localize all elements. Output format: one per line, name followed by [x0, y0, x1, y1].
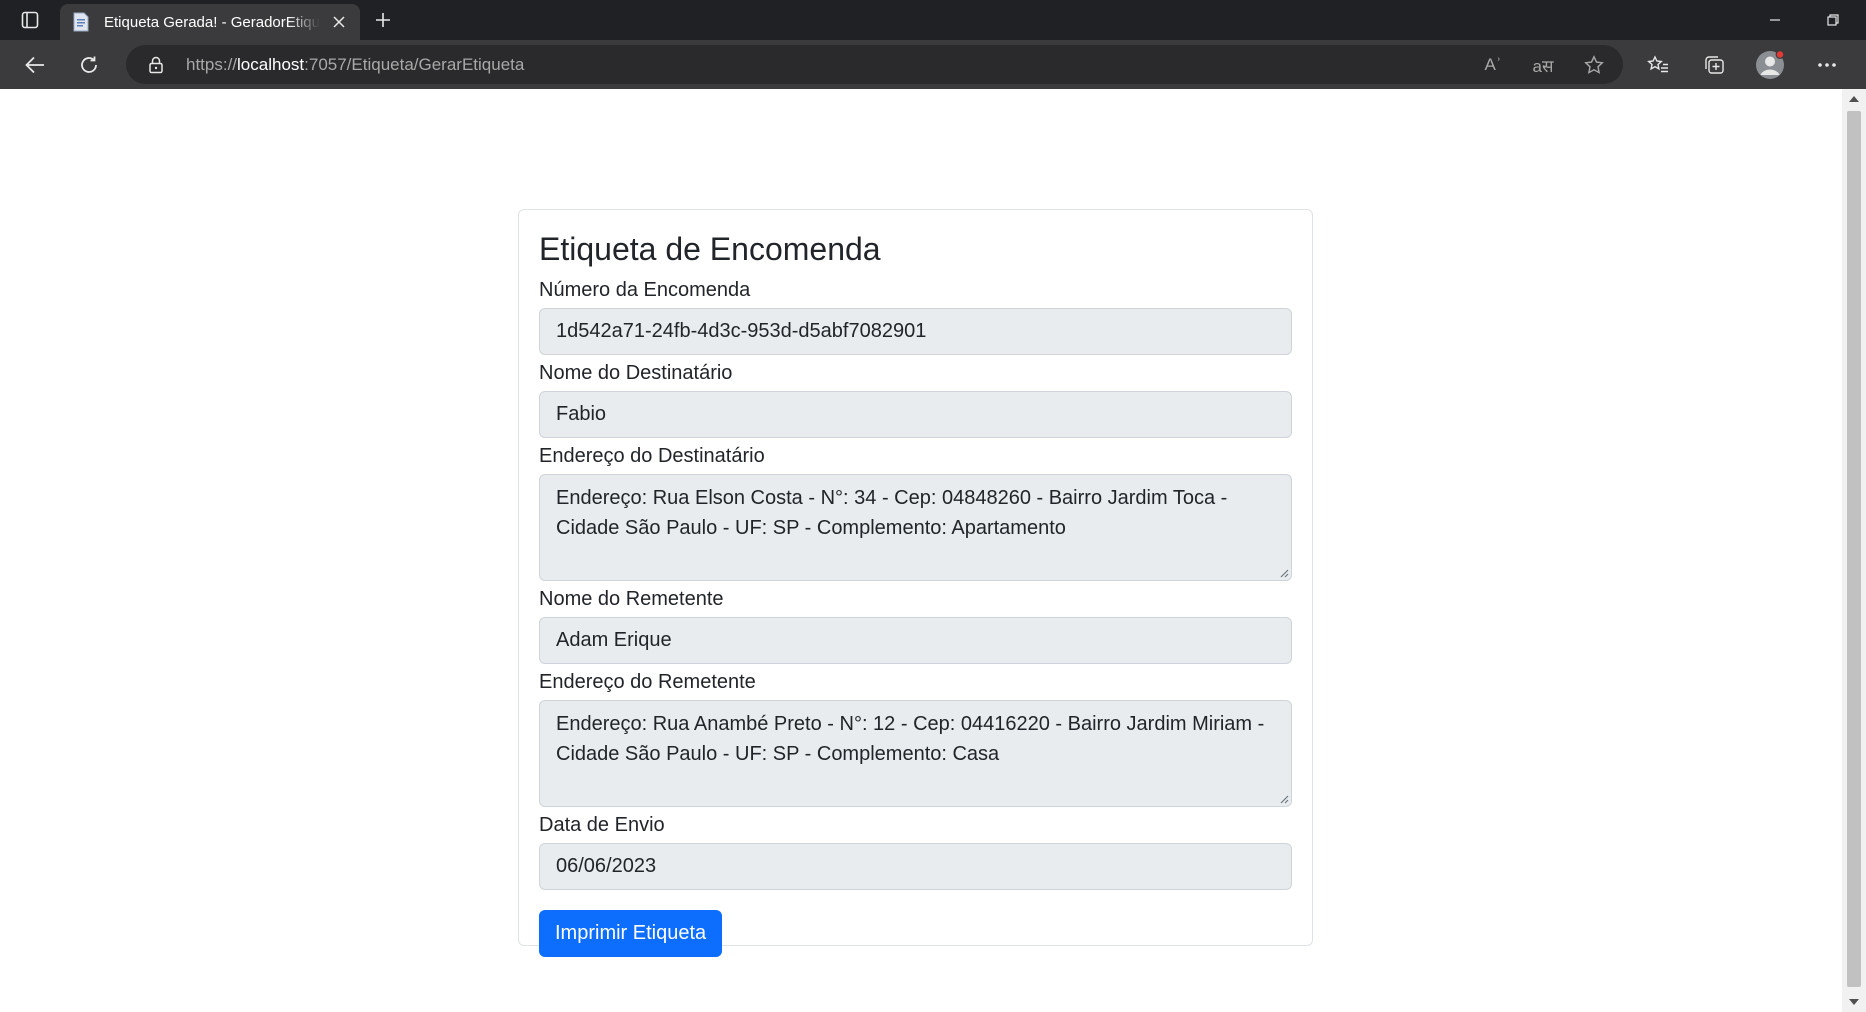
close-tab-icon[interactable] [328, 11, 350, 33]
scrollbar-thumb[interactable] [1847, 111, 1861, 987]
url-path: :7057/Etiqueta/GerarEtiqueta [304, 55, 525, 74]
url-text[interactable]: https://localhost:7057/Etiqueta/GerarEti… [186, 45, 524, 84]
address-bar[interactable]: https://localhost:7057/Etiqueta/GerarEti… [126, 45, 1623, 84]
profile-avatar-icon[interactable] [1752, 48, 1788, 82]
sender-address-field[interactable]: Endereço: Rua Anambé Preto - N°: 12 - Ce… [539, 700, 1292, 807]
more-options-icon[interactable] [1809, 48, 1845, 82]
url-host: localhost [237, 55, 305, 74]
label-card: Etiqueta de Encomenda Número da Encomend… [518, 209, 1313, 957]
restore-window-icon[interactable] [1810, 0, 1856, 40]
sender-address-label: Endereço do Remetente [539, 671, 756, 693]
new-tab-icon[interactable] [368, 6, 398, 34]
favorite-star-icon[interactable] [1581, 53, 1607, 77]
recipient-address-field[interactable]: Endereço: Rua Elson Costa - N°: 34 - Cep… [539, 474, 1292, 581]
page-viewport: Etiqueta de Encomenda Número da Encomend… [0, 89, 1866, 1012]
collections-icon[interactable] [1696, 48, 1732, 82]
print-label-button[interactable]: Imprimir Etiqueta [539, 910, 723, 957]
tab-actions-icon[interactable] [12, 6, 48, 34]
translate-icon[interactable]: aस [1530, 53, 1556, 77]
recipient-name-field[interactable]: Fabio [539, 391, 1292, 438]
recipient-name-label: Nome do Destinatário [539, 362, 733, 384]
minimize-window-icon[interactable] [1752, 0, 1798, 40]
vertical-scrollbar[interactable] [1842, 89, 1866, 1012]
order-number-label: Número da Encomenda [539, 279, 751, 301]
resize-grip-icon[interactable] [1277, 792, 1289, 804]
sender-address-text: Endereço: Rua Anambé Preto - N°: 12 - Ce… [556, 713, 1265, 765]
sender-name-field[interactable]: Adam Erique [539, 617, 1292, 664]
page-favicon-icon [70, 11, 92, 33]
scroll-up-arrow-icon[interactable] [1842, 89, 1866, 109]
tab-title: Etiqueta Gerada! - GeradorEtiqueta [104, 13, 320, 31]
back-arrow-icon[interactable] [17, 48, 53, 82]
browser-tab-active[interactable]: Etiqueta Gerada! - GeradorEtiqueta [60, 4, 360, 40]
favorites-list-icon[interactable] [1640, 48, 1676, 82]
url-scheme: https:// [186, 55, 238, 74]
lock-icon[interactable] [146, 55, 166, 75]
recipient-address-label: Endereço do Destinatário [539, 445, 765, 467]
order-number-field[interactable]: 1d542a71-24fb-4d3c-953d-d5abf7082901 [539, 308, 1292, 355]
browser-titlebar: Etiqueta Gerada! - GeradorEtiqueta [0, 0, 1866, 40]
sender-name-label: Nome do Remetente [539, 588, 724, 610]
browser-toolbar: https://localhost:7057/Etiqueta/GerarEti… [0, 40, 1866, 89]
ship-date-field[interactable]: 06/06/2023 [539, 843, 1292, 890]
recipient-address-text: Endereço: Rua Elson Costa - N°: 34 - Cep… [556, 487, 1228, 539]
read-aloud-icon[interactable]: Aʾ [1480, 53, 1506, 77]
resize-grip-icon[interactable] [1277, 566, 1289, 578]
refresh-icon[interactable] [71, 48, 107, 82]
ship-date-label: Data de Envio [539, 814, 665, 836]
scroll-down-arrow-icon[interactable] [1842, 992, 1866, 1012]
page-title: Etiqueta de Encomenda [539, 231, 881, 267]
